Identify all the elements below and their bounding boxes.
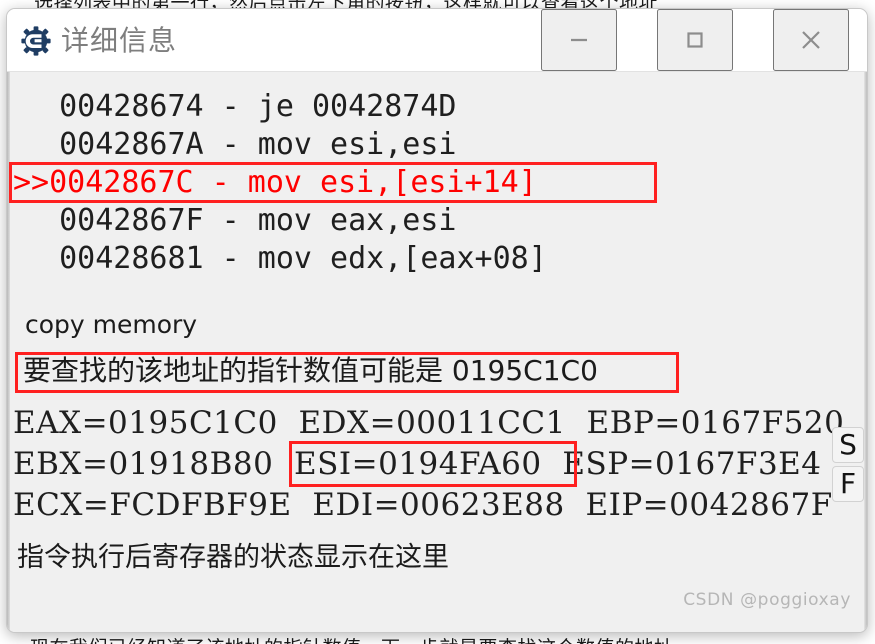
dialog-titlebar[interactable]: 详细信息 — [7, 9, 867, 72]
content-right-gutter[interactable] — [864, 72, 867, 632]
disassembly-line[interactable]: 00428674 - je 0042874D — [23, 90, 456, 124]
stack-view-button[interactable]: S — [832, 427, 864, 463]
background-text-bottom: 现在我们已经知道了该地址的指针数值，下一步就是要查找这个数值的地址 — [0, 633, 875, 644]
close-icon[interactable] — [773, 9, 849, 71]
screenshot-root: 选择列表中的第一行，然后点击左下角的按钮，这样就可以查看这个地址 现在我们已经知… — [0, 0, 875, 644]
disassembly-line-current[interactable]: >>0042867C - mov esi,[esi+14] — [13, 166, 537, 200]
details-dialog: 详细信息 00428674 - je 0042874D 0042867A - m… — [6, 8, 868, 633]
window-title: 详细信息 — [61, 24, 178, 57]
pointer-value-annotation: 要查找的该地址的指针数值可能是 0195C1C0 — [23, 354, 598, 387]
disassembly-line[interactable]: 0042867F - mov eax,esi — [23, 204, 456, 238]
footer-note: 指令执行后寄存器的状态显示在这里 — [17, 542, 449, 573]
watermark: CSDN @poggioxay — [683, 590, 851, 610]
disassembly-line[interactable]: 00428681 - mov edx,[eax+08] — [23, 242, 547, 276]
register-row: ECX=FCDFBF9E EDI=00623E88 EIP=0042867F — [13, 487, 833, 523]
register-row: EBX=01918B80 ESI=0194FA60 ESP=0167F3E4 — [13, 446, 822, 482]
float-view-button[interactable]: F — [832, 466, 864, 502]
register-row: EAX=0195C1C0 EDX=00011CC1 EBP=0167F520 — [13, 405, 845, 441]
copy-memory-label: copy memory — [25, 310, 198, 339]
disassembly-line[interactable]: 0042867A - mov esi,esi — [23, 128, 456, 162]
maximize-icon[interactable] — [657, 9, 733, 71]
content-left-edge — [7, 72, 10, 632]
dialog-content: 00428674 - je 0042874D 0042867A - mov es… — [7, 72, 867, 632]
cheat-engine-gear-icon — [21, 26, 51, 56]
minimize-icon[interactable] — [541, 9, 617, 71]
